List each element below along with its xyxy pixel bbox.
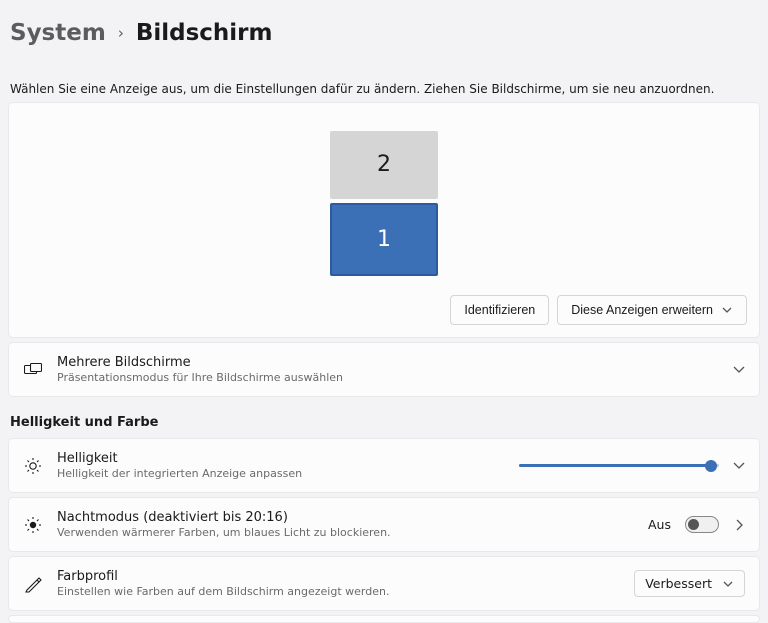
chevron-right-icon: › [118,24,124,42]
brightness-row[interactable]: Helligkeit Helligkeit der integrierten A… [8,438,760,493]
multiple-displays-icon [23,363,43,377]
page-title: Bildschirm [136,20,273,46]
extend-label: Diese Anzeigen erweitern [571,303,713,317]
display-arrangement-card: 2 1 Identifizieren Diese Anzeigen erweit… [8,102,760,338]
brightness-text: Helligkeit Helligkeit der integrierten A… [57,451,505,480]
brightness-sub: Helligkeit der integrierten Anzeige anpa… [57,467,505,480]
multiple-displays-sub: Präsentationsmodus für Ihre Bildschirme … [57,371,719,384]
monitor-1[interactable]: 1 [330,203,438,276]
nightlight-row[interactable]: Nachtmodus (deaktiviert bis 20:16) Verwe… [8,497,760,552]
display-arrangement-footer: Identifizieren Diese Anzeigen erweitern [9,283,759,337]
chevron-down-icon [721,307,733,313]
colorprofile-icon [23,575,43,593]
brightness-slider[interactable] [519,458,719,474]
brightness-title: Helligkeit [57,451,505,466]
colorprofile-title: Farbprofil [57,569,620,584]
brightness-icon [23,457,43,475]
colorprofile-row[interactable]: Farbprofil Einstellen wie Farben auf dem… [8,556,760,611]
monitor-2[interactable]: 2 [330,131,438,199]
chevron-down-icon [733,462,745,469]
nightlight-icon [23,516,43,534]
nightlight-state: Aus [648,517,671,532]
display-arrangement-area[interactable]: 2 1 [9,103,759,283]
multiple-displays-text: Mehrere Bildschirme Präsentationsmodus f… [57,355,719,384]
identify-label: Identifizieren [464,303,535,317]
nightlight-text: Nachtmodus (deaktiviert bis 20:16) Verwe… [57,510,634,539]
colorprofile-text: Farbprofil Einstellen wie Farben auf dem… [57,569,620,598]
display-arrange-helper: Wählen Sie eine Anzeige aus, um die Eins… [10,82,758,96]
extend-displays-dropdown[interactable]: Diese Anzeigen erweitern [557,295,747,325]
nightlight-toggle[interactable] [685,516,719,533]
chevron-down-icon [722,581,734,587]
chevron-down-icon [733,366,745,373]
breadcrumb: System › Bildschirm [8,0,760,54]
next-row-partial [8,615,760,623]
nightlight-title: Nachtmodus (deaktiviert bis 20:16) [57,510,634,525]
identify-button[interactable]: Identifizieren [450,295,549,325]
colorprofile-value: Verbessert [645,576,712,591]
multiple-displays-row[interactable]: Mehrere Bildschirme Präsentationsmodus f… [8,342,760,397]
section-brightness-color: Helligkeit und Farbe [10,415,758,430]
colorprofile-dropdown[interactable]: Verbessert [634,570,745,597]
breadcrumb-parent[interactable]: System [10,20,106,46]
multiple-displays-title: Mehrere Bildschirme [57,355,719,370]
nightlight-sub: Verwenden wärmerer Farben, um blaues Lic… [57,526,634,539]
chevron-right-icon [733,519,745,531]
colorprofile-sub: Einstellen wie Farben auf dem Bildschirm… [57,585,620,598]
